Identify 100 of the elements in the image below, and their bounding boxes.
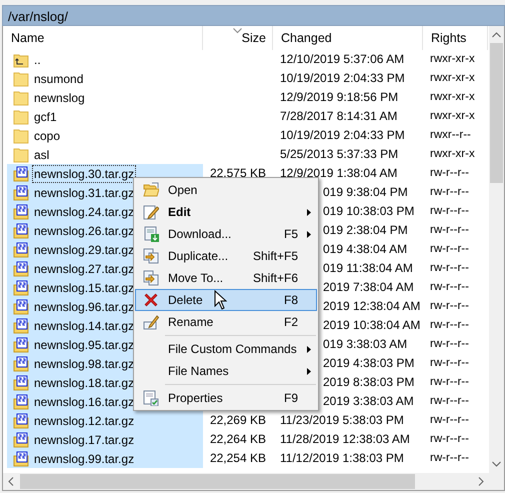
file-row[interactable]: gcf1 — [7, 107, 203, 126]
modified-date: 2019 3:38:03 AM — [323, 394, 414, 408]
file-row[interactable]: newnslog.99.tar.gz — [7, 449, 203, 468]
modified-date: 11/23/2019 5:38:03 PM — [280, 413, 404, 427]
modified-date: 2019 7:38:04 AM — [323, 280, 414, 294]
permissions: rw-r--r-- — [430, 167, 469, 179]
archive-file-icon — [13, 412, 29, 428]
permissions: rw-r--r-- — [430, 319, 469, 331]
permissions: rw-r--r-- — [430, 452, 469, 464]
archive-file-icon — [13, 204, 29, 220]
submenu-arrow-icon — [307, 208, 311, 216]
permissions: rw-r--r-- — [430, 186, 469, 198]
file-row[interactable]: nsumond — [7, 69, 203, 88]
move-icon — [143, 270, 159, 286]
mouse-pointer-icon — [214, 290, 227, 310]
modified-date: 019 3:38:03 AM — [323, 337, 408, 351]
modified-date: 11/28/2019 12:38:03 AM — [280, 432, 410, 446]
menu-item[interactable]: Delete F8 — [135, 289, 317, 311]
modified-date: 12/9/2019 1:38:04 AM — [280, 166, 398, 180]
submenu-arrow-icon — [307, 346, 311, 352]
file-name: asl — [33, 146, 50, 164]
modified-date: 019 10:38:03 PM — [323, 204, 414, 218]
file-name: newnslog — [33, 90, 86, 106]
file-name: newnslog.27.tar.gz — [33, 260, 136, 278]
file-name: newnslog.15.tar.gz — [33, 280, 136, 296]
permissions: rw-r--r-- — [430, 357, 469, 369]
file-row[interactable]: newnslog — [7, 88, 203, 107]
column-header[interactable]: Size — [203, 26, 273, 50]
folder-icon — [13, 70, 29, 86]
permissions: rw-r--r-- — [430, 262, 469, 274]
pencil-icon — [143, 204, 159, 220]
file-name: newnslog.17.tar.gz — [33, 432, 136, 448]
modified-date: 019 4:38:04 AM — [323, 242, 408, 256]
file-name: newnslog.29.tar.gz — [33, 242, 136, 258]
delete-icon — [143, 292, 159, 308]
file-name: newnslog.95.tar.gz — [33, 336, 136, 354]
modified-date: 12/10/2019 5:37:06 AM — [280, 52, 404, 66]
permissions: rw-r--r-- — [430, 300, 469, 312]
scroll-thumb[interactable] — [20, 474, 415, 489]
modified-date: 12/9/2019 9:18:56 PM — [280, 90, 398, 104]
rename-icon — [143, 314, 159, 330]
file-row[interactable]: copo — [7, 126, 203, 145]
archive-file-icon — [13, 450, 29, 466]
file-name: copo — [33, 128, 62, 144]
modified-date: 2019 10:38:04 AM — [323, 318, 420, 332]
archive-file-icon — [13, 242, 29, 258]
archive-file-icon — [13, 374, 29, 390]
scroll-right-icon[interactable] — [478, 477, 484, 486]
duplicate-icon — [143, 248, 159, 264]
archive-file-icon — [13, 184, 29, 200]
permissions: rwxr-xr-x — [430, 91, 475, 103]
permissions: rwxr-xr-x — [430, 110, 475, 122]
modified-date: 10/19/2019 2:04:33 PM — [280, 71, 405, 85]
permissions: rw-r--r-- — [430, 414, 469, 426]
column-header[interactable]: Changed — [273, 26, 423, 50]
archive-file-icon — [13, 356, 29, 372]
scroll-up-icon[interactable] — [492, 32, 501, 38]
permissions: rwxr-xr-x — [430, 72, 475, 84]
folder-icon — [13, 90, 29, 106]
file-size: 22,254 KB — [210, 451, 266, 465]
modified-date: 5/25/2013 5:37:33 PM — [280, 147, 398, 161]
modified-date: 11/12/2019 1:38:03 PM — [280, 451, 404, 465]
file-row[interactable]: asl — [7, 145, 203, 164]
archive-file-icon — [13, 318, 29, 334]
scroll-left-icon[interactable] — [8, 477, 14, 486]
permissions: rw-r--r-- — [430, 433, 469, 445]
modified-date: 019 2:38:04 PM — [323, 223, 408, 237]
file-name: newnslog.26.tar.gz — [33, 222, 136, 240]
horizontal-scrollbar[interactable] — [3, 473, 504, 490]
permissions: rwxr-xr-x — [430, 53, 475, 65]
column-header[interactable]: Rights — [423, 26, 488, 50]
file-size: 22,269 KB — [210, 413, 266, 427]
file-name: newnslog.12.tar.gz — [33, 412, 136, 430]
archive-file-icon — [13, 166, 29, 182]
file-name: nsumond — [33, 70, 84, 88]
archive-file-icon — [13, 394, 29, 410]
file-row[interactable]: newnslog.17.tar.gz — [7, 430, 203, 449]
scroll-down-icon[interactable] — [492, 461, 501, 467]
file-name: newnslog.18.tar.gz — [33, 374, 136, 392]
file-name: gcf1 — [33, 108, 58, 126]
scroll-thumb[interactable] — [490, 43, 503, 183]
file-row[interactable]: newnslog.12.tar.gz — [7, 411, 203, 430]
modified-date: 2019 4:38:03 PM — [323, 356, 414, 370]
path-bar: /var/nslog/ — [2, 5, 505, 26]
file-row[interactable]: .. — [7, 50, 203, 69]
modified-date: 7/28/2017 8:14:31 AM — [280, 109, 398, 123]
vertical-scrollbar[interactable] — [489, 26, 504, 473]
modified-date: 019 11:38:04 AM — [323, 261, 413, 275]
file-name: newnslog.16.tar.gz — [33, 394, 136, 410]
folder-icon — [13, 108, 29, 124]
file-name: newnslog.31.tar.gz — [33, 184, 136, 202]
permissions: rw-r--r-- — [430, 395, 469, 407]
open-folder-icon — [143, 182, 159, 198]
permissions: rwxr--r-- — [430, 129, 471, 141]
file-name: newnslog.14.tar.gz — [33, 318, 136, 334]
permissions: rw-r--r-- — [430, 281, 469, 293]
column-header[interactable]: Name — [3, 26, 203, 50]
permissions: rw-r--r-- — [430, 338, 469, 350]
parent-folder-icon — [13, 52, 29, 68]
file-name: newnslog.99.tar.gz — [33, 450, 136, 468]
